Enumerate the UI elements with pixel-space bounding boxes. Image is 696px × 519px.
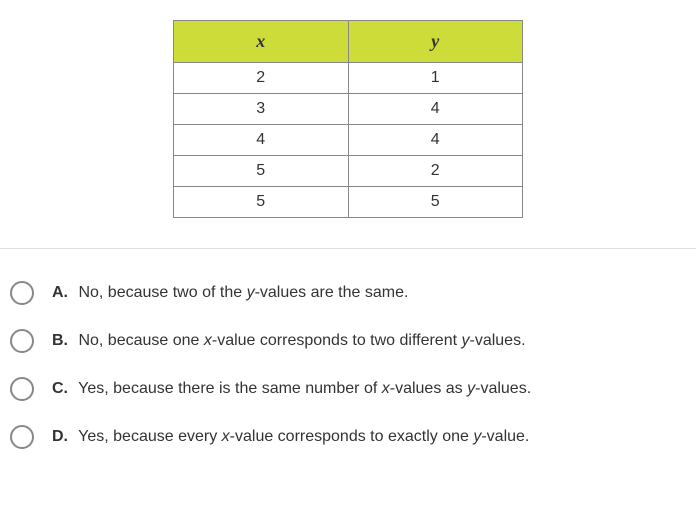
table-container: x y 2 1 3 4 4 4 5 2 5 5 xyxy=(0,0,696,248)
var-y: y xyxy=(247,284,255,301)
text-part: Yes, because every xyxy=(78,428,222,445)
header-y: y xyxy=(348,21,523,63)
text-part: -values as xyxy=(390,380,467,397)
text-part: -value corresponds to two different xyxy=(212,332,462,349)
option-d[interactable]: D. Yes, because every x-value correspond… xyxy=(10,413,686,461)
text-part: -values. xyxy=(475,380,531,397)
option-c[interactable]: C. Yes, because there is the same number… xyxy=(10,365,686,413)
cell-y: 5 xyxy=(348,187,523,218)
cell-y: 2 xyxy=(348,156,523,187)
radio-icon[interactable] xyxy=(10,329,34,353)
var-y: y xyxy=(467,380,475,397)
option-text: D. Yes, because every x-value correspond… xyxy=(52,426,529,448)
var-x: x xyxy=(382,380,390,397)
option-a[interactable]: A. No, because two of the y-values are t… xyxy=(10,269,686,317)
text-part: -values. xyxy=(470,332,526,349)
option-b[interactable]: B. No, because one x-value corresponds t… xyxy=(10,317,686,365)
option-letter: C. xyxy=(52,380,68,397)
var-x: x xyxy=(222,428,230,445)
table-row: 3 4 xyxy=(174,94,523,125)
text-part: Yes, because there is the same number of xyxy=(78,380,382,397)
option-text: A. No, because two of the y-values are t… xyxy=(52,282,408,304)
var-y: y xyxy=(462,332,470,349)
cell-y: 1 xyxy=(348,63,523,94)
text-part: -values are the same. xyxy=(255,284,409,301)
cell-y: 4 xyxy=(348,94,523,125)
cell-y: 4 xyxy=(348,125,523,156)
text-part: No, because one xyxy=(78,332,203,349)
table-row: 2 1 xyxy=(174,63,523,94)
text-part: -value corresponds to exactly one xyxy=(230,428,474,445)
xy-table: x y 2 1 3 4 4 4 5 2 5 5 xyxy=(173,20,523,218)
cell-x: 3 xyxy=(174,94,349,125)
option-letter: D. xyxy=(52,428,68,445)
option-letter: B. xyxy=(52,332,68,349)
text-part: No, because two of the xyxy=(78,284,246,301)
option-letter: A. xyxy=(52,284,68,301)
option-text: C. Yes, because there is the same number… xyxy=(52,378,531,400)
cell-x: 2 xyxy=(174,63,349,94)
option-text: B. No, because one x-value corresponds t… xyxy=(52,330,526,352)
var-x: x xyxy=(204,332,212,349)
cell-x: 5 xyxy=(174,187,349,218)
table-row: 5 5 xyxy=(174,187,523,218)
radio-icon[interactable] xyxy=(10,377,34,401)
radio-icon[interactable] xyxy=(10,425,34,449)
options-list: A. No, because two of the y-values are t… xyxy=(0,249,696,461)
table-row: 5 2 xyxy=(174,156,523,187)
cell-x: 4 xyxy=(174,125,349,156)
text-part: -value. xyxy=(481,428,529,445)
header-x: x xyxy=(174,21,349,63)
table-row: 4 4 xyxy=(174,125,523,156)
radio-icon[interactable] xyxy=(10,281,34,305)
cell-x: 5 xyxy=(174,156,349,187)
